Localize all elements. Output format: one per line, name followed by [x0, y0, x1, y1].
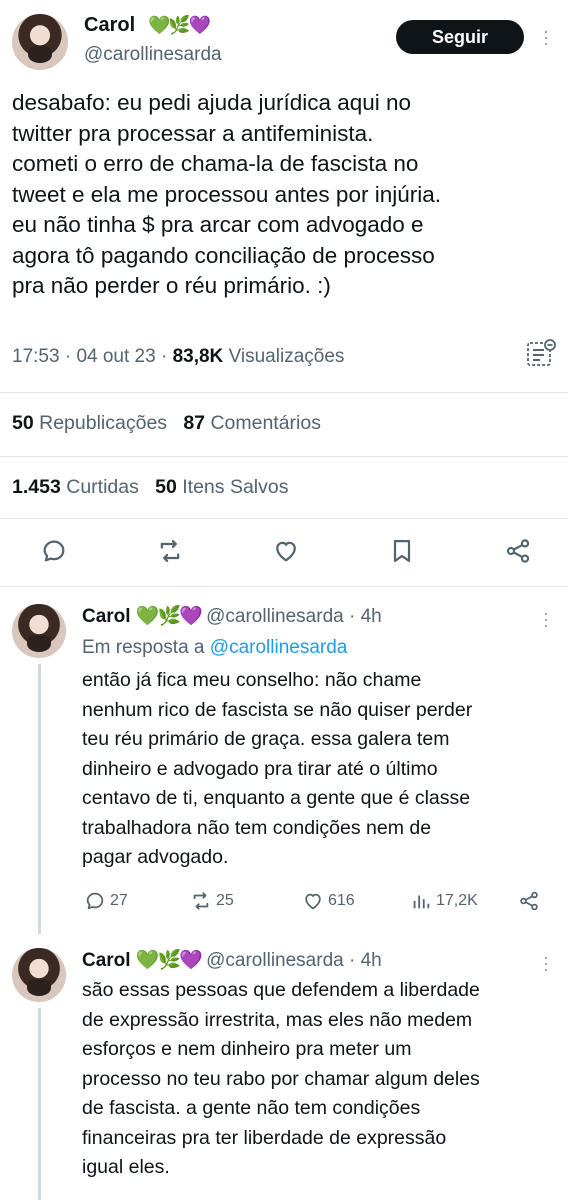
like-icon	[305, 893, 321, 910]
reply-header: Carol 💚🌿💜 @carollinesarda · 4h	[82, 950, 382, 971]
reply-to-prefix: Em resposta a	[82, 637, 205, 658]
divider	[0, 586, 568, 587]
views-count: 17,2K	[436, 892, 478, 909]
tweet-text-line: pra não perder o réu primário. :)	[12, 273, 331, 298]
comments-label[interactable]: Comentários	[210, 412, 321, 434]
author-emojis: 💚🌿💜	[148, 15, 211, 35]
tweet-text-line: cometi o erro de chama-la de fascista no	[12, 151, 419, 176]
divider	[0, 456, 568, 457]
reply-text: então já fica meu conselho: não chame ne…	[82, 666, 562, 873]
author-handle[interactable]: @carollinesarda	[84, 44, 222, 66]
like-button[interactable]: 616	[302, 890, 355, 912]
views-button[interactable]: 17,2K	[410, 890, 478, 912]
more-icon[interactable]: · · ·	[541, 948, 551, 978]
reply-text-line: trabalhadora não tem condições nem de	[82, 816, 432, 839]
reply-text-line: teu réu primário de graça. essa galera t…	[82, 728, 450, 750]
author-name[interactable]: Carol	[84, 14, 135, 37]
tweet-meta: 17:53 · 04 out 23 · 83,8K Visualizações	[12, 346, 345, 367]
reply-author-handle[interactable]: @carollinesarda	[206, 606, 344, 627]
repost-button[interactable]: 25	[190, 890, 234, 912]
reply-button[interactable]: 27	[84, 890, 128, 912]
views-icon	[413, 895, 430, 909]
reply-author-name[interactable]: Carol	[82, 950, 131, 971]
reply-text-line: nenhum rico de fascista se não quiser pe…	[82, 698, 473, 721]
views-label: Visualizações	[228, 346, 345, 367]
reply-time[interactable]: 4h	[361, 606, 382, 627]
reposts-count[interactable]: 50	[12, 412, 34, 434]
reply-icon[interactable]	[40, 537, 68, 565]
tweet-text: desabafo: eu pedi ajuda jurídica aqui no…	[12, 88, 560, 302]
reply-text-line: financeiras pra ter liberdade de express…	[82, 1126, 447, 1149]
avatar[interactable]	[12, 14, 68, 70]
reposts-label[interactable]: Republicações	[39, 412, 167, 434]
avatar[interactable]	[12, 604, 66, 658]
tweet-time[interactable]: 17:53	[12, 346, 60, 367]
follow-button[interactable]: Seguir	[396, 20, 524, 54]
reply-author-name[interactable]: Carol	[82, 606, 131, 627]
repost-icon	[193, 892, 209, 910]
more-icon[interactable]: · · ·	[541, 22, 551, 52]
divider	[0, 392, 568, 393]
reposts-comments-stats: 50 Republicações 87 Comentários	[12, 412, 321, 435]
reply-time[interactable]: 4h	[361, 950, 382, 971]
reply-text-line: dinheiro e advogado pra tirar até o últi…	[82, 757, 438, 780]
note-icon[interactable]	[526, 338, 556, 368]
divider	[0, 518, 568, 519]
share-icon	[520, 891, 538, 911]
reply-text: são essas pessoas que defendem a liberda…	[82, 976, 562, 1183]
like-icon[interactable]	[272, 537, 300, 565]
reply-to-handle-link[interactable]: @carollinesarda	[210, 637, 348, 658]
repost-icon[interactable]	[156, 537, 184, 565]
share-icon[interactable]	[504, 537, 532, 565]
thread-line	[38, 664, 41, 934]
saves-count[interactable]: 50	[155, 476, 177, 498]
likes-count[interactable]: 1.453	[12, 476, 61, 498]
thread-line	[38, 1008, 41, 1200]
reposts-count: 25	[216, 892, 234, 909]
reply-text-line: esforços e nem dinheiro pra meter um	[82, 1038, 412, 1060]
tweet-text-line: twitter pra processar a antifeminista.	[12, 120, 374, 146]
comments-count[interactable]: 87	[183, 412, 205, 434]
likes-label[interactable]: Curtidas	[66, 476, 139, 498]
tweet-text-line: agora tô pagando conciliação de processo	[12, 242, 435, 268]
reply-text-line: são essas pessoas que defendem a liberda…	[82, 979, 480, 1001]
author-emojis: 💚🌿💜	[135, 606, 203, 627]
reply-text-line: processo no teu rabo por chamar algum de…	[82, 1067, 480, 1090]
tweet-date[interactable]: 04 out 23	[76, 346, 155, 367]
reply-text-line: de expressão irrestrita, mas eles não me…	[82, 1008, 473, 1031]
saves-label[interactable]: Itens Salvos	[182, 476, 288, 498]
replies-count: 27	[110, 892, 128, 909]
reply-text-line: igual eles.	[82, 1156, 170, 1178]
reply-text-line: pagar advogado.	[82, 846, 229, 868]
views-count: 83,8K	[172, 346, 224, 367]
likes-count: 616	[328, 892, 355, 909]
reply-text-line: de fascista. a gente não tem condições	[82, 1097, 421, 1119]
reply-text-line: centavo de ti, enquanto a gente que é cl…	[82, 787, 471, 809]
reply-header: Carol 💚🌿💜 @carollinesarda · 4h	[82, 606, 382, 627]
bookmark-icon[interactable]	[388, 537, 416, 565]
reply-icon	[86, 892, 104, 910]
reply-to-line: Em resposta a @carollinesarda	[82, 637, 347, 659]
tweet-text-line: tweet e ela me processou antes por injúr…	[12, 181, 441, 207]
tweet-text-line: desabafo: eu pedi ajuda jurídica aqui no	[12, 90, 412, 115]
share-button[interactable]	[518, 890, 544, 912]
avatar[interactable]	[12, 948, 66, 1002]
likes-saves-stats: 1.453 Curtidas 50 Itens Salvos	[12, 476, 288, 499]
tweet-text-line: eu não tinha $ pra arcar com advogado e	[12, 212, 424, 237]
reply-text-line: então já fica meu conselho: não chame	[82, 669, 422, 691]
author-emojis: 💚🌿💜	[135, 950, 203, 971]
reply-author-handle[interactable]: @carollinesarda	[206, 950, 344, 971]
more-icon[interactable]: · · ·	[541, 604, 551, 634]
